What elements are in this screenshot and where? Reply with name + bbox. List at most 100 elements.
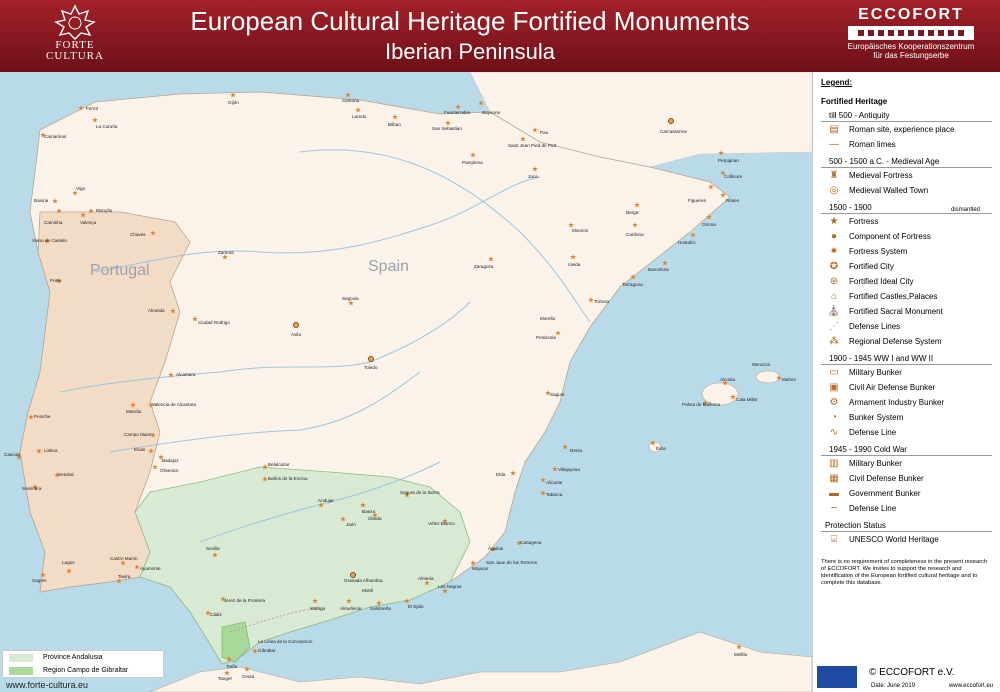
place-label: Bayonne [482,110,501,115]
walled-town-icon: ◎ [829,185,839,196]
legend-item: ▬ Government Bunker [829,488,921,499]
place-label: Andujar [318,498,334,503]
place-label: Campo Maior [124,432,152,437]
place-label: Camarinas [44,134,67,139]
region-legend-row: Province Andalusia [3,651,163,664]
place-label: Lleida [568,262,581,267]
place-label: Cádiz [210,612,222,617]
region-legend-label: Province Andalusia [43,654,103,661]
place-label: Morella [540,316,556,321]
map-subtitle: Iberian Peninsula [384,39,555,64]
place-label: Jerez de la Frontera [224,598,266,603]
fortified-city-marker[interactable] [368,356,374,362]
forte-cultura-logo: FORTE CULTURA [30,4,120,68]
place-label: Monzon [572,228,589,233]
place-label: Perpignan [718,158,739,163]
fortified-city-marker[interactable] [668,118,674,124]
logo-text-bottom: CULTURA [46,50,104,62]
place-label: Sagunt [550,392,565,397]
place-label: Cardona [626,232,644,237]
eccofort-website[interactable]: www.eccofort.eu [949,683,993,689]
place-label: Saint Jean Pied de Port [508,143,557,148]
legend-period: 1945 - 1990 Cold War [821,444,992,456]
place-label: Tavira [118,574,131,579]
legend-item: ✪ Fortified City [821,259,992,274]
place-label: Cartagena [520,540,542,545]
air-defense-bunker-icon: ▣ [829,382,839,393]
place-label: Pau [540,130,549,135]
place-label: Carcassonne [660,129,688,134]
map-date: Date: June 2019 [871,683,916,689]
place-label: Sevilla [206,546,220,551]
place-label: Caminha [44,220,63,225]
place-label: Lagos [62,560,75,565]
place-label: Lisboa [44,448,58,453]
fortress-wall-icon [848,26,974,40]
eccofort-tagline-2: für das Festungserbe [873,51,949,60]
legend-title: Legend: [821,78,853,87]
place-label: Segura de la Sierra [400,490,440,495]
civil-defense-bunker-icon: ▦ [829,473,839,484]
armament-bunker-icon: ⚙ [829,397,839,408]
place-label: Cala Millor [736,397,758,402]
ideal-city-icon: ⊛ [829,276,839,287]
fortress-component-icon: ● [830,231,838,242]
legend-item: ⋰ Defense Lines [829,321,901,332]
place-label: Tortosa [594,299,610,304]
place-label: San Juan de los Terreros [486,560,537,565]
place-label: Mojacar [472,566,489,571]
place-label: Valença [80,220,97,225]
map-canvas[interactable]: Portugal Spain Ferrol La Coruña Camarina… [0,72,812,692]
place-label: Avila [291,332,301,337]
place-label: Laredo [352,114,367,119]
place-label: Ibiza [656,446,666,451]
place-label: Melilla [734,652,748,657]
place-label: Santona [342,98,360,103]
place-label: Hostalric [678,240,696,245]
place-label: Baños de la Encina [268,476,308,481]
fortress-system-icon: ✷ [829,246,839,257]
legend-item: ⊛ Fortified Ideal City [821,274,992,289]
place-label: Ceuta [242,674,255,679]
forte-cultura-website[interactable]: www.forte-cultura.eu [6,680,88,690]
place-label: Salobreña [370,606,391,611]
fortress-icon: ★ [829,216,839,227]
legend-item: ⌂ Fortified Castles,Palaces [821,289,992,304]
unesco-site-marker[interactable] [293,322,299,328]
region-legend-row: Region Campo de Gibraltar [3,664,163,677]
legend-section-title: Fortified Heritage [821,97,888,106]
place-label: Barcelona [648,267,669,272]
place-label: Alicante [546,480,563,485]
place-label: Alcudia [720,377,736,382]
legend-period: Protection Status [821,520,992,532]
place-label: Belalcazar [268,462,290,467]
legend-item: ▥ Military Bunker [821,456,992,471]
map-title: European Cultural Heritage Fortified Mon… [190,6,750,36]
legend-item: ✷ Fortress System [821,244,992,259]
place-label: Ayamonte [140,566,161,571]
place-label: Elda [496,472,506,477]
place-label: La Coruña [96,124,118,129]
sun-emblem-icon [54,4,96,40]
map-header: FORTE CULTURA European Cultural Heritage… [0,0,1000,72]
cold-war-defense-line-icon: ╌ [830,503,838,514]
place-label: Marvão [126,409,142,414]
place-label: Olivenza [160,468,178,473]
place-label: Roses [726,198,740,203]
place-label: Collioure [724,174,743,179]
place-label: Girona [702,222,716,227]
place-label: Denia [570,448,583,453]
place-label: Elvas [134,447,146,452]
roman-site-icon: ▤ [829,124,839,135]
place-label: Las Negras [438,584,462,589]
fortified-city-icon: ✪ [829,261,839,272]
place-label: Bilbao [388,122,401,127]
place-label: Palma de Mallorca [682,402,721,407]
place-label: San Sebastian [432,126,462,131]
legend-item: ▤ Roman site, experience place [821,122,992,137]
legend-item: ⁂ Regional Defense System [829,336,942,347]
place-label: Mahon [782,377,797,382]
place-label: Peniche [34,414,51,419]
place-label: Viana do Castelo [32,238,67,243]
government-bunker-icon: ▬ [829,488,839,499]
